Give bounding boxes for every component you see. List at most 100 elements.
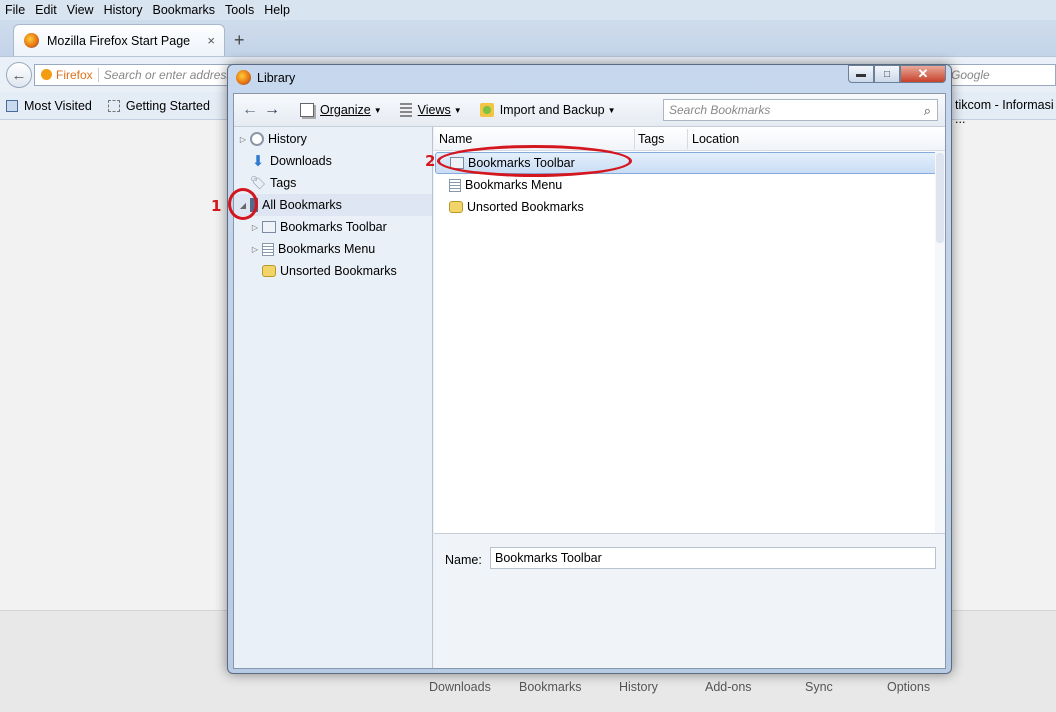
- bookmark-tikcom[interactable]: tikcom - Informasi ...: [955, 98, 1056, 126]
- web-search-input[interactable]: Google: [940, 64, 1056, 86]
- list-item-label: Unsorted Bookmarks: [467, 200, 584, 214]
- details-pane: Name: Bookmarks Toolbar: [434, 533, 945, 668]
- import-backup-button[interactable]: Import and Backup ▼: [479, 103, 616, 117]
- most-visited-icon: [6, 99, 18, 112]
- list-scrollbar[interactable]: [935, 151, 945, 533]
- sidebar-label: History: [268, 132, 307, 146]
- annotation-circle-2: [437, 145, 632, 177]
- menu-folder-icon: [262, 242, 274, 256]
- sidebar-item-bookmarks-toolbar[interactable]: ▷ Bookmarks Toolbar: [250, 216, 387, 238]
- launcher-downloads[interactable]: Downloads: [429, 680, 491, 694]
- back-arrow-icon: ←: [11, 66, 27, 84]
- menu-help[interactable]: Help: [259, 3, 295, 17]
- new-tab-button[interactable]: +: [234, 30, 245, 51]
- name-label: Name:: [445, 553, 482, 567]
- views-icon: [399, 103, 412, 117]
- maximize-button[interactable]: □: [874, 65, 900, 83]
- dropdown-arrow-icon: ▼: [453, 105, 462, 115]
- import-backup-label: Import and Backup: [499, 103, 605, 117]
- expand-arrow-icon[interactable]: ▷: [250, 223, 260, 232]
- toolbar-folder-icon: [262, 221, 276, 233]
- bookmarks-list: Name Tags Location Bookmarks Toolbar Boo…: [434, 127, 945, 533]
- column-tags[interactable]: Tags: [638, 132, 664, 146]
- launcher-sync[interactable]: Sync: [805, 680, 833, 694]
- library-titlebar: Library: [236, 70, 295, 85]
- sidebar-label: Bookmarks Menu: [278, 242, 376, 256]
- dropdown-arrow-icon: ▼: [373, 105, 382, 115]
- launcher-history[interactable]: History: [619, 680, 658, 694]
- tab-title: Mozilla Firefox Start Page: [47, 33, 191, 48]
- tag-icon: 🏷: [249, 175, 267, 190]
- library-sidebar: ▷ History ⬇ Downloads 🏷 Tags ◢ All Bookm…: [234, 127, 433, 668]
- sidebar-item-unsorted-bookmarks[interactable]: Unsorted Bookmarks: [250, 260, 397, 282]
- menu-history[interactable]: History: [99, 3, 148, 17]
- menu-bookmarks[interactable]: Bookmarks: [147, 3, 220, 17]
- import-icon: [479, 103, 494, 117]
- menu-bar: File Edit View History Bookmarks Tools H…: [0, 0, 1056, 20]
- expand-arrow-icon[interactable]: ▷: [250, 245, 260, 254]
- column-name[interactable]: Name: [439, 132, 472, 146]
- views-button[interactable]: Views ▼: [399, 103, 462, 117]
- dropdown-arrow-icon: ▼: [607, 105, 616, 115]
- menu-view[interactable]: View: [62, 3, 99, 17]
- library-content: ← → Organize ▼ Views ▼ Import and Backup…: [233, 93, 946, 669]
- url-placeholder: Search or enter address: [103, 68, 233, 82]
- bookmark-getting-started[interactable]: Getting Started: [107, 98, 210, 113]
- launcher-options[interactable]: Options: [887, 680, 930, 694]
- menu-edit[interactable]: Edit: [30, 3, 62, 17]
- annotation-number-2: 2: [425, 152, 436, 170]
- sidebar-item-history[interactable]: ▷ History: [238, 128, 307, 150]
- library-title: Library: [257, 70, 296, 85]
- name-field[interactable]: Bookmarks Toolbar: [490, 547, 936, 569]
- organize-label: Organize: [320, 103, 371, 117]
- sidebar-label: Downloads: [270, 154, 332, 168]
- bookmark-label: Getting Started: [125, 98, 210, 113]
- list-item-bookmarks-menu[interactable]: Bookmarks Menu: [435, 174, 944, 196]
- search-icon[interactable]: ⌕: [924, 103, 931, 119]
- sidebar-label: Tags: [270, 176, 297, 190]
- unsorted-folder-icon: [449, 201, 463, 213]
- search-bookmarks-input[interactable]: Search Bookmarks ⌕: [663, 99, 938, 121]
- menu-folder-icon: [449, 178, 461, 192]
- organize-icon: [300, 103, 314, 117]
- views-label: Views: [417, 103, 451, 117]
- search-placeholder: Search Bookmarks: [669, 103, 771, 117]
- minimize-button[interactable]: ▬: [848, 65, 874, 83]
- url-bar[interactable]: Firefox Search or enter address: [34, 64, 234, 86]
- sidebar-item-bookmarks-menu[interactable]: ▷ Bookmarks Menu: [250, 238, 375, 260]
- identity-label: Firefox: [41, 68, 99, 82]
- expand-arrow-icon[interactable]: ▷: [238, 135, 248, 144]
- menu-file[interactable]: File: [0, 3, 30, 17]
- back-button[interactable]: ←: [6, 62, 32, 88]
- tab-close-icon[interactable]: ×: [207, 33, 215, 48]
- bookmark-label: Most Visited: [24, 98, 92, 113]
- annotation-number-1: 1: [211, 197, 222, 215]
- library-toolbar: ← → Organize ▼ Views ▼ Import and Backup…: [234, 94, 945, 127]
- sidebar-item-all-bookmarks[interactable]: ◢ All Bookmarks: [234, 194, 432, 216]
- bookmark-most-visited[interactable]: Most Visited: [6, 99, 92, 113]
- organize-button[interactable]: Organize ▼: [300, 103, 382, 117]
- unsorted-folder-icon: [262, 265, 276, 277]
- annotation-circle-1: [228, 188, 258, 220]
- firefox-icon: [24, 33, 39, 48]
- list-item-label: Bookmarks Menu: [465, 178, 563, 192]
- browser-tab[interactable]: Mozilla Firefox Start Page ×: [13, 24, 225, 56]
- sidebar-item-downloads[interactable]: ⬇ Downloads: [238, 150, 332, 172]
- back-arrow-icon[interactable]: ←: [242, 101, 260, 119]
- scrollbar-thumb[interactable]: [936, 153, 944, 243]
- column-location[interactable]: Location: [692, 132, 739, 146]
- launcher-addons[interactable]: Add-ons: [705, 680, 752, 694]
- sidebar-label: Bookmarks Toolbar: [280, 220, 387, 234]
- page-icon: [107, 99, 120, 112]
- firefox-icon: [236, 70, 251, 85]
- tab-strip: Mozilla Firefox Start Page × +: [0, 20, 1056, 56]
- forward-arrow-icon[interactable]: →: [264, 101, 282, 119]
- sidebar-label: All Bookmarks: [262, 198, 342, 212]
- launcher-bookmarks[interactable]: Bookmarks: [519, 680, 582, 694]
- list-item-unsorted-bookmarks[interactable]: Unsorted Bookmarks: [435, 196, 944, 218]
- download-arrow-icon: ⬇: [251, 153, 265, 170]
- sidebar-label: Unsorted Bookmarks: [280, 264, 397, 278]
- window-controls: ▬ □ ✕: [848, 65, 946, 83]
- menu-tools[interactable]: Tools: [220, 3, 259, 17]
- close-button[interactable]: ✕: [900, 65, 946, 83]
